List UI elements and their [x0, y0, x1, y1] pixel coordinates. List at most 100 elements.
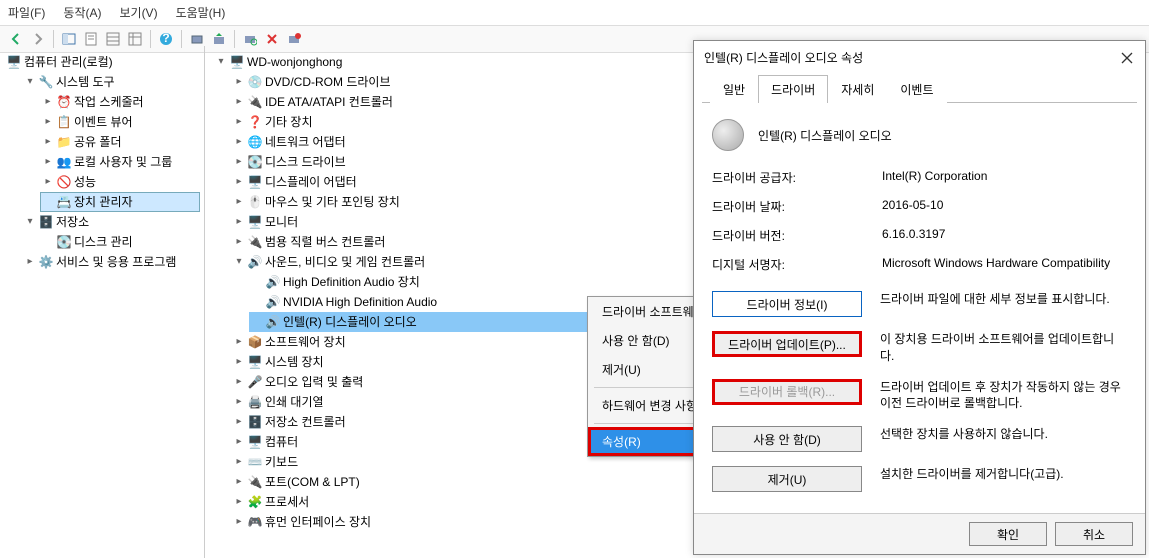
tree-performance[interactable]: ▸🚫성능	[40, 172, 200, 192]
menu-file[interactable]: 파일(F)	[8, 4, 45, 21]
driver-rollback-button[interactable]: 드라이버 롤백(R)...	[712, 379, 862, 405]
tab-details[interactable]: 자세히	[828, 75, 887, 103]
expand-icon[interactable]: ▸	[233, 516, 245, 528]
cpu-icon: 🧩	[247, 494, 263, 510]
expand-icon[interactable]: ▸	[233, 116, 245, 128]
tree-device-manager[interactable]: ▸📇장치 관리자	[40, 192, 200, 212]
cancel-button[interactable]: 취소	[1055, 522, 1133, 546]
expand-icon[interactable]: ▸	[233, 436, 245, 448]
expand-icon[interactable]: ▸	[233, 236, 245, 248]
dialog-title: 인텔(R) 디스플레이 오디오 속성	[704, 49, 863, 66]
tab-driver[interactable]: 드라이버	[758, 75, 828, 103]
ok-button[interactable]: 확인	[969, 522, 1047, 546]
tree-disk-management[interactable]: ▸💽디스크 관리	[40, 232, 200, 252]
collapse-icon[interactable]: ▾	[24, 76, 36, 88]
expand-icon[interactable]: ▸	[233, 476, 245, 488]
expand-icon[interactable]: ▸	[233, 336, 245, 348]
tree-task-scheduler[interactable]: ▸⏰작업 스케줄러	[40, 92, 200, 112]
clock-icon: ⏰	[56, 94, 72, 110]
driver-uninstall-button[interactable]: 제거(U)	[712, 466, 862, 492]
system-icon: 🖥️	[247, 354, 263, 370]
tree-label: 인텔(R) 디스플레이 오디오	[283, 313, 417, 331]
event-icon: 📋	[56, 114, 72, 130]
tree-root-computer-management[interactable]: 🖥️ 컴퓨터 관리(로컬)	[4, 52, 200, 72]
version-label: 드라이버 버전:	[712, 227, 882, 244]
driver-disable-button[interactable]: 사용 안 함(D)	[712, 426, 862, 452]
dvd-icon: 💿	[247, 74, 263, 90]
menu-actions[interactable]: 동작(A)	[63, 4, 101, 21]
signer-label: 디지털 서명자:	[712, 256, 882, 273]
tree-event-viewer[interactable]: ▸📋이벤트 뷰어	[40, 112, 200, 132]
expand-icon[interactable]: ▸	[42, 136, 54, 148]
expand-icon[interactable]: ▸	[233, 456, 245, 468]
expand-icon[interactable]: ▸	[233, 136, 245, 148]
expand-icon[interactable]: ▸	[42, 156, 54, 168]
date-value: 2016-05-10	[882, 198, 1127, 215]
expand-icon[interactable]: ▸	[42, 96, 54, 108]
expand-icon[interactable]: ▸	[233, 376, 245, 388]
tree-storage[interactable]: ▾ 🗄️ 저장소	[22, 212, 200, 232]
collapse-icon[interactable]: ▾	[233, 256, 245, 268]
tree-system-tools[interactable]: ▾ 🔧 시스템 도구	[22, 72, 200, 92]
tree-label: 컴퓨터 관리(로컬)	[24, 53, 113, 71]
tree-label: 공유 폴더	[74, 133, 122, 151]
expand-icon[interactable]: ▸	[233, 396, 245, 408]
menu-bar[interactable]: 파일(F) 동작(A) 보기(V) 도움말(H)	[0, 0, 1149, 25]
folder-icon: 📁	[56, 134, 72, 150]
menu-help[interactable]: 도움말(H)	[176, 4, 226, 21]
tree-label: 컴퓨터	[265, 433, 298, 451]
provider-label: 드라이버 공급자:	[712, 169, 882, 186]
tree-local-users[interactable]: ▸👥로컬 사용자 및 그룹	[40, 152, 200, 172]
date-label: 드라이버 날짜:	[712, 198, 882, 215]
tools-icon: 🔧	[38, 74, 54, 90]
storage-icon: 🗄️	[247, 414, 263, 430]
tree-label: 성능	[74, 173, 96, 191]
close-button[interactable]	[1119, 50, 1135, 66]
sound-icon: 🔊	[247, 254, 263, 270]
users-icon: 👥	[56, 154, 72, 170]
tree-label: 시스템 도구	[56, 73, 115, 91]
expand-icon[interactable]: ▸	[24, 256, 36, 268]
menu-view[interactable]: 보기(V)	[119, 4, 157, 21]
expand-icon[interactable]: ▸	[42, 176, 54, 188]
expand-icon[interactable]: ▸	[233, 156, 245, 168]
computer-icon: 🖥️	[6, 54, 22, 70]
device-icon: 📇	[56, 194, 72, 210]
expand-icon[interactable]: ▸	[42, 116, 54, 128]
expand-icon[interactable]: ▸	[233, 196, 245, 208]
collapse-icon[interactable]: ▾	[215, 56, 227, 68]
expand-icon[interactable]: ▸	[233, 496, 245, 508]
svg-text:?: ?	[162, 32, 169, 45]
tree-label: 저장소 컨트롤러	[265, 413, 346, 431]
driver-uninstall-desc: 설치한 드라이버를 제거합니다(고급).	[880, 466, 1127, 483]
tree-label: 장치 관리자	[74, 193, 133, 211]
device-name: 인텔(R) 디스플레이 오디오	[758, 127, 892, 144]
tab-events[interactable]: 이벤트	[887, 75, 946, 103]
tree-label: 범용 직렬 버스 컨트롤러	[265, 233, 385, 251]
driver-update-button[interactable]: 드라이버 업데이트(P)...	[712, 331, 862, 357]
other-icon: ❓	[247, 114, 263, 130]
display-icon: 🖥️	[247, 174, 263, 190]
version-value: 6.16.0.3197	[882, 227, 1127, 244]
ide-icon: 🔌	[247, 94, 263, 110]
expand-icon[interactable]: ▸	[233, 96, 245, 108]
expand-icon[interactable]: ▸	[233, 216, 245, 228]
tree-label: 오디오 입력 및 출력	[265, 373, 363, 391]
tree-services[interactable]: ▸⚙️서비스 및 응용 프로그램	[22, 252, 200, 272]
tree-shared-folders[interactable]: ▸📁공유 폴더	[40, 132, 200, 152]
expand-icon[interactable]: ▸	[233, 76, 245, 88]
tree-label: 디스크 관리	[74, 233, 133, 251]
tab-general[interactable]: 일반	[710, 75, 758, 103]
tree-label: 디스플레이 어댑터	[265, 173, 357, 191]
driver-info-button[interactable]: 드라이버 정보(I)	[712, 291, 862, 317]
left-tree-pane: 🖥️ 컴퓨터 관리(로컬) ▾ 🔧 시스템 도구 ▸⏰작업 스케줄러 ▸📋이벤트…	[0, 46, 205, 558]
tree-label: 사운드, 비디오 및 게임 컨트롤러	[265, 253, 425, 271]
tree-label: 디스크 드라이브	[265, 153, 346, 171]
tree-label: 모니터	[265, 213, 298, 231]
collapse-icon[interactable]: ▾	[24, 216, 36, 228]
tree-label: 네트워크 어댑터	[265, 133, 346, 151]
expand-icon[interactable]: ▸	[233, 416, 245, 428]
speaker-icon	[712, 119, 744, 151]
expand-icon[interactable]: ▸	[233, 176, 245, 188]
expand-icon[interactable]: ▸	[233, 356, 245, 368]
